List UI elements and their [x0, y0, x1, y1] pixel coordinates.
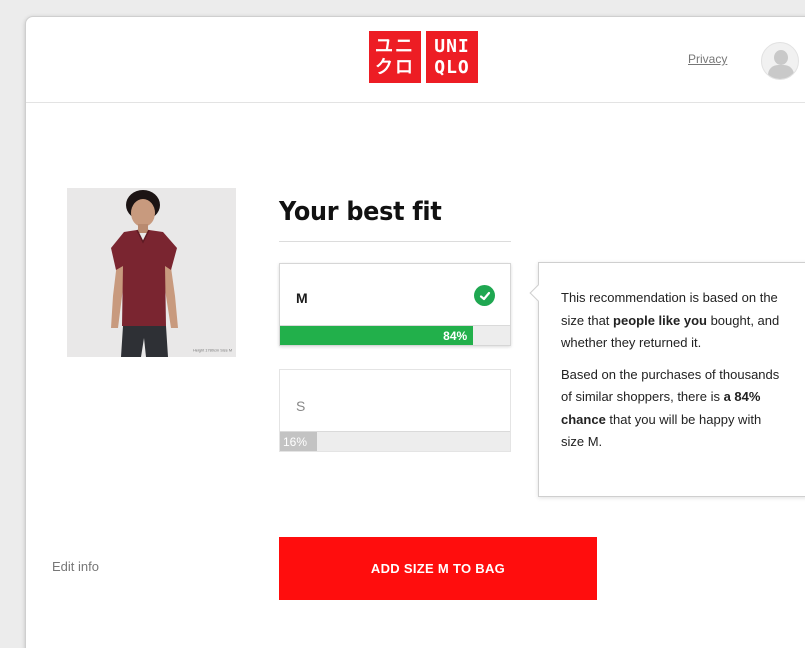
- product-image: Height 1780cm Size M: [67, 188, 236, 357]
- fit-bar-fill-m: 84%: [280, 326, 474, 345]
- header: ユニ クロ UNI QLO Privacy: [26, 17, 805, 103]
- tooltip-paragraph-1: This recommendation is based on the size…: [561, 287, 787, 355]
- tooltip-p1-bold: people like you: [613, 312, 707, 328]
- uniqlo-logo: ユニ クロ UNI QLO: [369, 31, 478, 83]
- size-option-s[interactable]: S 16%: [279, 369, 511, 452]
- check-circle-icon: [474, 285, 495, 306]
- logo-kana-block: ユニ クロ: [369, 31, 421, 83]
- size-label-s: S: [296, 398, 306, 414]
- logo-latin-top: UNI: [434, 36, 470, 57]
- logo-latin-bottom: QLO: [434, 57, 470, 78]
- fit-bar-m: 84%: [280, 325, 510, 345]
- tooltip-paragraph-2: Based on the purchases of thousands of s…: [561, 364, 787, 454]
- logo-kana-bottom: クロ: [375, 57, 415, 78]
- user-avatar-icon[interactable]: [761, 42, 799, 80]
- recommendation-tooltip: This recommendation is based on the size…: [529, 262, 805, 497]
- edit-info-link[interactable]: Edit info: [52, 559, 99, 574]
- size-label-m: M: [296, 290, 308, 306]
- avatar-head: [774, 50, 788, 65]
- size-option-m[interactable]: M 84%: [279, 263, 511, 346]
- logo-latin-block: UNI QLO: [426, 31, 478, 83]
- privacy-link[interactable]: Privacy: [688, 52, 727, 66]
- title-divider: [279, 241, 511, 242]
- fit-bar-s: 16%: [280, 431, 510, 451]
- fit-recommendation-window: ユニ クロ UNI QLO Privacy Height 1780cm Size…: [25, 16, 805, 648]
- add-to-bag-button[interactable]: ADD SIZE M TO BAG: [279, 537, 597, 600]
- model-figure: [67, 188, 236, 357]
- fit-bar-fill-s: 16%: [280, 432, 317, 451]
- image-caption: Height 1780cm Size M: [192, 347, 232, 353]
- fit-percent-m: 84%: [443, 329, 468, 343]
- avatar-body: [768, 65, 794, 79]
- tooltip-arrow: [529, 284, 547, 302]
- logo-kana-top: ユニ: [375, 36, 415, 57]
- fit-percent-s: 16%: [283, 435, 308, 449]
- page-title: Your best fit: [279, 197, 442, 227]
